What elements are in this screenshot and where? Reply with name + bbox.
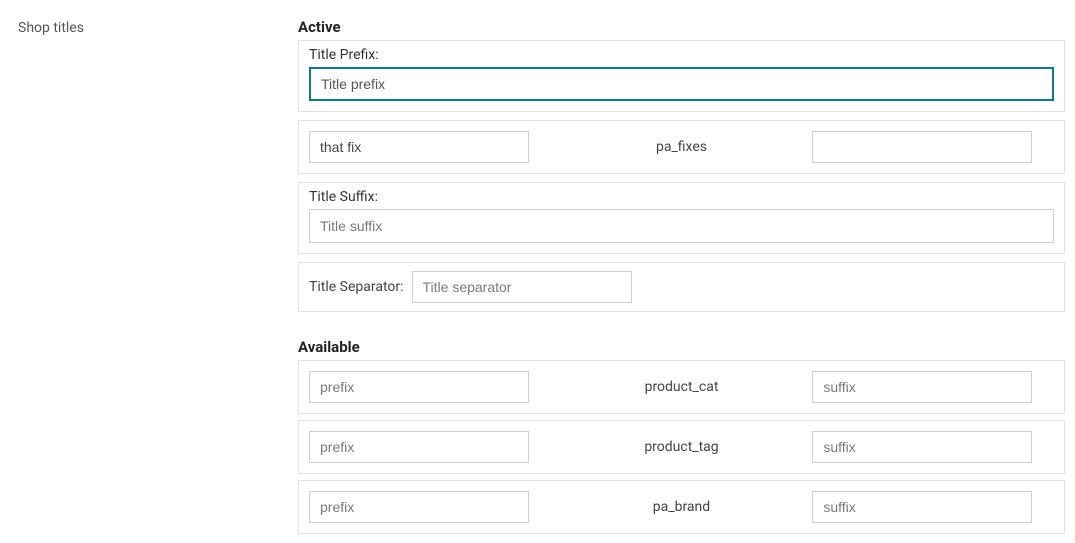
main-content: Active Title Prefix: pa_fixes [298,18,1065,540]
active-triple-suffix-input[interactable] [812,131,1032,163]
available-row-suffix-input[interactable] [812,371,1032,403]
available-row[interactable]: product_cat [298,360,1065,414]
available-row-center-label: pa_brand [561,499,803,515]
title-prefix-panel: Title Prefix: [298,40,1065,112]
available-row-prefix-input[interactable] [309,491,529,523]
active-triple-center-label: pa_fixes [561,139,803,155]
available-heading: Available [298,338,1065,356]
available-row-center-label: product_cat [561,379,803,395]
sidebar-label-shop-titles: Shop titles [18,18,298,36]
title-separator-panel: Title Separator: [298,262,1065,312]
available-row-suffix-input[interactable] [812,491,1032,523]
available-row[interactable]: product_tag [298,420,1065,474]
title-suffix-panel: Title Suffix: [298,182,1065,254]
available-row[interactable]: pa_brand [298,480,1065,534]
title-separator-input[interactable] [412,271,632,303]
available-row-prefix-input[interactable] [309,371,529,403]
title-suffix-input[interactable] [309,209,1054,243]
active-heading: Active [298,18,1065,36]
title-separator-label: Title Separator: [309,279,404,295]
active-triple-panel: pa_fixes [298,120,1065,174]
title-prefix-label: Title Prefix: [309,47,1054,63]
available-row-suffix-input[interactable] [812,431,1032,463]
title-prefix-input[interactable] [309,67,1054,101]
available-row-prefix-input[interactable] [309,431,529,463]
title-suffix-label: Title Suffix: [309,189,1054,205]
active-triple-prefix-input[interactable] [309,131,529,163]
available-row-center-label: product_tag [561,439,803,455]
